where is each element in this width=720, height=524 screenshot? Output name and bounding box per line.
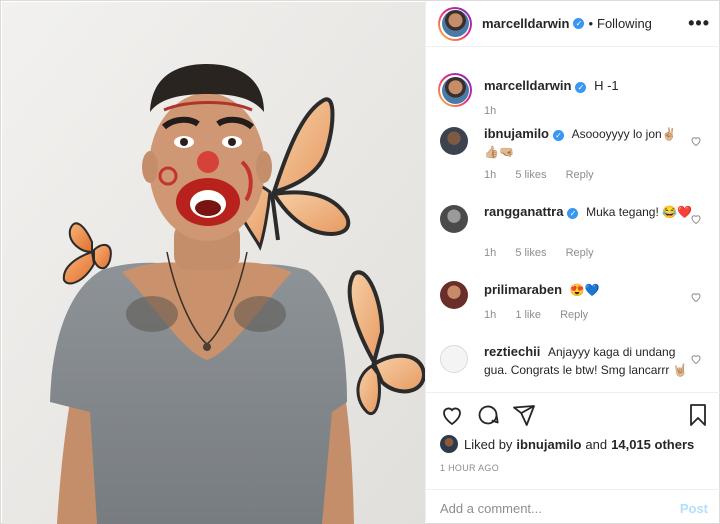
comment-likes[interactable]: 5 likes: [515, 169, 546, 181]
post-sidebar: marcelldarwin ✓ • Following ••• marcelld…: [425, 1, 720, 524]
reply-button[interactable]: Reply: [566, 247, 594, 259]
likes-others-link[interactable]: 14,015 others: [611, 437, 694, 452]
comment-body: prilimaraben 😍💙: [484, 281, 694, 299]
comment-input[interactable]: [440, 500, 680, 516]
caption-meta: 1h: [484, 105, 512, 117]
caption-text: H -1: [594, 78, 619, 93]
commenter-avatar[interactable]: [440, 127, 468, 155]
post-modal: marcelldarwin ✓ • Following ••• marcelld…: [0, 0, 720, 524]
author-username[interactable]: marcelldarwin: [482, 16, 569, 31]
comment-meta: 1h 1 like Reply: [484, 309, 604, 321]
likes-prefix: Liked by: [464, 436, 513, 452]
bookmark-icon[interactable]: [686, 403, 710, 427]
likes-summary: Liked by ibnujamilo and 14,015 others: [440, 435, 694, 453]
post-comment-button[interactable]: Post: [680, 501, 708, 516]
comment-time: 1h: [484, 247, 497, 259]
comment-username[interactable]: prilimaraben: [484, 282, 562, 297]
comment-username[interactable]: ibnujamilo: [484, 126, 549, 141]
reply-button[interactable]: Reply: [560, 309, 588, 321]
caption-time: 1h: [484, 105, 497, 117]
caption-username[interactable]: marcelldarwin: [484, 78, 571, 93]
post-actions: Liked by ibnujamilo and 14,015 others 1 …: [426, 392, 720, 524]
comments-list[interactable]: marcelldarwin ✓ H -1 1h ibnujamilo ✓ Asooo…: [426, 47, 720, 392]
heart-icon[interactable]: [690, 135, 702, 147]
commenter-avatar[interactable]: [440, 345, 468, 373]
comment-time: 1h: [484, 169, 497, 181]
separator-dot: •: [588, 16, 593, 31]
heart-icon[interactable]: [440, 403, 464, 427]
commenter-avatar[interactable]: [440, 281, 468, 309]
post-photo[interactable]: [2, 2, 425, 524]
post-timestamp: 1 HOUR AGO: [440, 463, 500, 473]
more-icon[interactable]: •••: [688, 14, 710, 32]
comment-body: rangganattra ✓ Muka tegang! 😂❤️: [484, 203, 694, 221]
comment-likes[interactable]: 5 likes: [515, 247, 546, 259]
caption: marcelldarwin ✓ H -1 1h: [426, 73, 720, 133]
post-header: marcelldarwin ✓ • Following •••: [426, 1, 720, 47]
author-avatar[interactable]: [438, 6, 472, 41]
caption-body: marcelldarwin ✓ H -1: [484, 77, 694, 95]
comment-item: rangganattra ✓ Muka tegang! 😂❤️ 1h 5 like…: [426, 203, 720, 267]
liker-avatar[interactable]: [440, 435, 458, 453]
verified-badge: ✓: [575, 82, 587, 93]
liker-username[interactable]: ibnujamilo: [516, 437, 581, 452]
heart-icon[interactable]: [690, 213, 702, 225]
comment-item: reztiechii Anjayyy kaga di undang gua. C…: [426, 343, 720, 392]
comment-likes[interactable]: 1 like: [515, 309, 541, 321]
heart-icon[interactable]: [690, 291, 702, 303]
verified-badge: ✓: [573, 18, 585, 29]
verified-badge: ✓: [567, 208, 579, 219]
comment-body: ibnujamilo ✓ Asoooyyyy lo jon✌🏼 👍🏼🤜🏼: [484, 125, 694, 161]
add-comment-bar: Post: [426, 489, 720, 524]
likes-joiner: and: [585, 436, 608, 452]
comment-text: 😍💙: [569, 283, 600, 297]
commenter-avatar[interactable]: [440, 205, 468, 233]
comment-meta: 1h 5 likes Reply: [484, 169, 610, 181]
follow-status-button[interactable]: Following: [597, 16, 652, 31]
comment-text: Muka tegang! 😂❤️: [586, 205, 693, 219]
caption-avatar[interactable]: [438, 73, 472, 107]
reply-button[interactable]: Reply: [566, 169, 594, 181]
comment-item: ibnujamilo ✓ Asoooyyyy lo jon✌🏼 👍🏼🤜🏼 1h 5…: [426, 125, 720, 189]
comment-username[interactable]: rangganattra: [484, 204, 563, 219]
comment-item: prilimaraben 😍💙 1h 1 like Reply: [426, 281, 720, 331]
comment-username[interactable]: reztiechii: [484, 344, 540, 359]
verified-badge: ✓: [553, 130, 564, 141]
share-icon[interactable]: [512, 403, 536, 427]
comment-meta: 1h 5 likes Reply: [484, 247, 610, 259]
heart-icon[interactable]: [690, 353, 702, 365]
comment-time: 1h: [484, 309, 497, 321]
comment-icon[interactable]: [476, 403, 500, 427]
comment-body: reztiechii Anjayyy kaga di undang gua. C…: [484, 343, 694, 379]
